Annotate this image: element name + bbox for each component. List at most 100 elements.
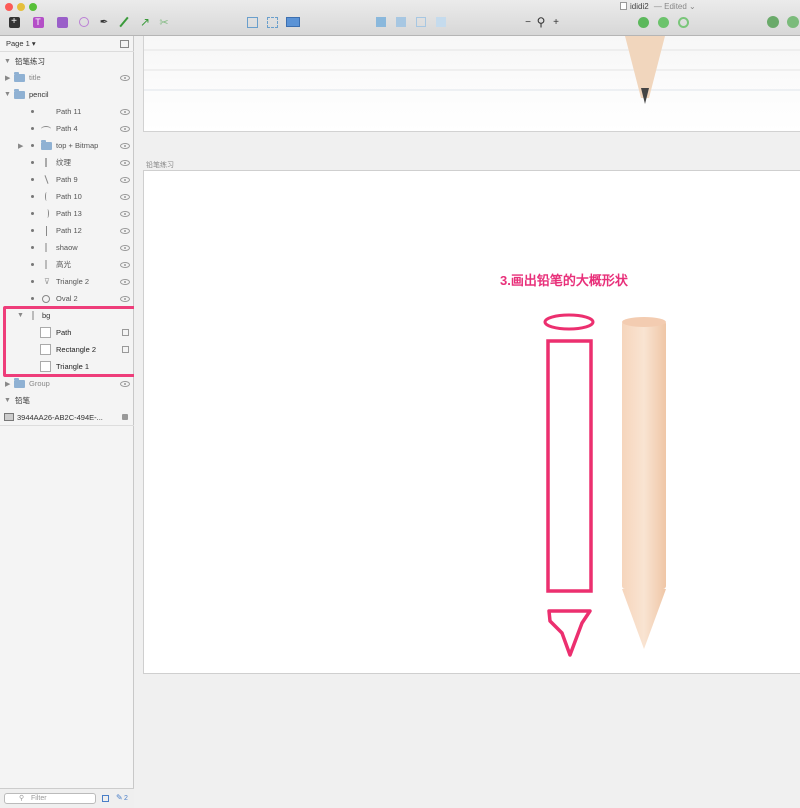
backward-button[interactable] xyxy=(657,16,669,28)
path-shape-icon xyxy=(45,260,47,269)
intersect-button[interactable] xyxy=(415,16,427,28)
eye-icon[interactable] xyxy=(120,244,130,251)
arrow-tool-button[interactable]: ↗ xyxy=(138,15,152,29)
difference-button[interactable] xyxy=(435,16,447,28)
filter-placeholder: Filter xyxy=(31,795,47,802)
eye-icon[interactable] xyxy=(120,295,130,302)
layer-row-group[interactable]: ▶ Group xyxy=(0,375,134,392)
layer-row-path10[interactable]: Path 10 xyxy=(0,188,134,205)
layer-row-path12[interactable]: Path 12 xyxy=(0,222,134,239)
brush-icon[interactable]: ✎ xyxy=(116,793,123,802)
pencil-tool-button[interactable] xyxy=(117,16,131,28)
layer-label: Path 4 xyxy=(56,124,78,133)
step-heading: 3.画出铅笔的大概形状 xyxy=(500,273,628,288)
layer-row-path13[interactable]: Path 13 xyxy=(0,205,134,222)
layer-row-title[interactable]: ▶ title xyxy=(0,69,134,86)
forward-button[interactable] xyxy=(637,16,649,28)
layer-row-triangle2[interactable]: ⊽ Triangle 2 xyxy=(0,273,134,290)
vector-tool-button[interactable]: ✒ xyxy=(97,16,111,28)
text-icon: T xyxy=(32,16,44,28)
layer-label: title xyxy=(29,73,41,82)
group-button[interactable] xyxy=(246,16,258,28)
image-tool-button[interactable] xyxy=(54,16,70,28)
eye-icon[interactable] xyxy=(120,193,130,200)
pencil-tip-illustration xyxy=(625,36,665,104)
lock-icon[interactable] xyxy=(122,414,128,420)
share-button[interactable] xyxy=(786,16,800,28)
forward-icon xyxy=(637,16,649,28)
eye-icon[interactable] xyxy=(120,210,130,217)
layer-row-gaoguang[interactable]: 高光 xyxy=(0,256,134,273)
minimize-window-button[interactable] xyxy=(17,3,25,11)
page-selector[interactable]: Page 1 ▾ xyxy=(6,39,36,48)
copy-icon[interactable] xyxy=(102,795,109,802)
artboard-label[interactable]: 铅笔练习 xyxy=(146,160,174,170)
layer-label: 3944AA26-AB2C-494E-... xyxy=(17,412,103,422)
zoom-window-button[interactable] xyxy=(29,3,37,11)
text-tool-button[interactable]: T xyxy=(30,16,46,28)
section-label: 铅笔练习 xyxy=(15,57,45,66)
eye-icon[interactable] xyxy=(120,278,130,285)
eye-icon[interactable] xyxy=(120,380,130,387)
scissors-button[interactable]: ✂ xyxy=(157,16,171,29)
eye-icon[interactable] xyxy=(120,142,130,149)
eye-icon[interactable] xyxy=(120,159,130,166)
eye-icon[interactable] xyxy=(120,227,130,234)
search-icon: ⚲ xyxy=(19,795,25,802)
union-button[interactable] xyxy=(375,16,387,28)
bullet-icon xyxy=(31,263,34,266)
artboard-preview[interactable] xyxy=(143,36,800,132)
layer-row-shaow[interactable]: shaow xyxy=(0,239,134,256)
insert-button[interactable]: + xyxy=(6,16,22,28)
eye-icon[interactable] xyxy=(120,261,130,268)
close-window-button[interactable] xyxy=(5,3,13,11)
layer-row-top-bitmap[interactable]: ▶ top + Bitmap xyxy=(0,137,134,154)
oval-icon xyxy=(79,17,89,27)
bullet-icon xyxy=(31,229,34,232)
eye-icon[interactable] xyxy=(120,108,130,115)
bullet-icon xyxy=(31,127,34,130)
layer-row-oval2[interactable]: Oval 2 xyxy=(0,290,134,307)
layer-row-path11[interactable]: Path 11 xyxy=(0,103,134,120)
layer-row-pencil[interactable]: ▼ pencil xyxy=(0,86,134,103)
pencil-icon xyxy=(119,16,129,28)
oval-tool-button[interactable] xyxy=(78,16,90,28)
layer-label: Path 10 xyxy=(56,192,82,201)
title-bar: ididi2 — Edited ⌄ + T ✒ ↗ ✂ − ⚲ + xyxy=(0,0,800,36)
globe-icon xyxy=(767,16,779,28)
share-icon xyxy=(787,16,799,28)
eye-icon[interactable] xyxy=(120,125,130,132)
disclosure-right-icon: ▶ xyxy=(5,74,11,82)
add-page-icon[interactable] xyxy=(120,39,129,48)
section-row[interactable]: ▼ 铅笔练习 xyxy=(0,53,134,70)
layer-row-path4[interactable]: Path 4 xyxy=(0,120,134,137)
scissors-icon: ✂ xyxy=(159,16,169,29)
zoom-out-button[interactable]: − xyxy=(523,16,533,28)
bitmap-icon xyxy=(4,413,14,421)
layer-row-wenli[interactable]: 纹理 xyxy=(0,154,134,171)
bullet-icon xyxy=(31,297,34,300)
disclosure-right-icon: ▶ xyxy=(5,380,11,388)
window-title-name: ididi2 xyxy=(630,2,649,11)
export-button[interactable] xyxy=(766,16,780,28)
eye-icon[interactable] xyxy=(120,176,130,183)
sidebar-footer: ⚲ Filter ✎ 2 xyxy=(0,788,134,808)
mask-button[interactable] xyxy=(677,16,689,28)
bullet-icon xyxy=(31,110,34,113)
footer-count: 2 xyxy=(124,795,128,802)
folder-icon xyxy=(14,71,25,82)
line-path-icon xyxy=(44,175,49,184)
ungroup-button[interactable] xyxy=(266,16,278,28)
bullet-icon xyxy=(31,246,34,249)
layer-row-path9[interactable]: Path 9 xyxy=(0,171,134,188)
filter-input[interactable]: ⚲ Filter xyxy=(4,793,96,804)
artboard-button[interactable] xyxy=(286,16,300,28)
artboard-main[interactable] xyxy=(143,170,800,674)
subtract-button[interactable] xyxy=(395,16,407,28)
zoom-in-button[interactable]: + xyxy=(551,16,561,28)
eye-icon[interactable] xyxy=(120,74,130,81)
section-row[interactable]: ▼ 铅笔 xyxy=(0,392,134,409)
disclosure-right-icon: ▶ xyxy=(18,142,24,150)
layer-row-bitmap[interactable]: 3944AA26-AB2C-494E-... xyxy=(0,409,134,426)
disclosure-down-icon: ▼ xyxy=(4,58,11,65)
